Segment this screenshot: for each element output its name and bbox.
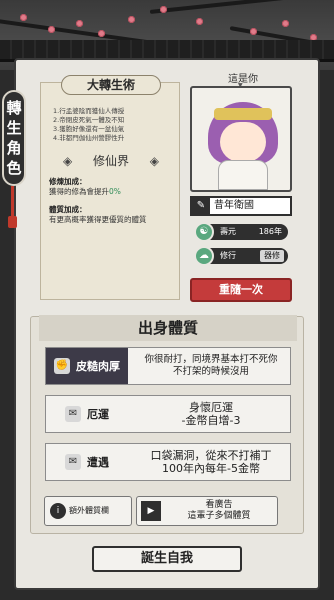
physique-bonus-text: 有更高概率獲得更優質的體質 [49, 215, 147, 224]
branch [149, 0, 300, 14]
ad-label-line1: 看廣告 [205, 500, 233, 510]
rule-line: 4.非都門伽仙州營膠性升 [53, 134, 125, 142]
rule-line: 3.獲胞好像還有一盆仙氣 [53, 125, 125, 133]
trait-row[interactable]: ✉ 厄運 身懷厄運 -金幣自增-3 [45, 395, 291, 433]
character-portrait [190, 86, 292, 192]
blossom [76, 20, 83, 27]
info-icon: i [50, 503, 66, 519]
crown [214, 108, 272, 120]
trait-description: 口袋漏洞，從來不打補丁 100年內每年-5金幣 [150, 449, 272, 475]
blossom [160, 6, 167, 13]
side-tab-char: 角 [6, 139, 22, 157]
cultivation-bonus: 修煉加成： 獲得的修為會提升0% [49, 177, 175, 197]
robe [218, 160, 268, 190]
trait-tag: ✉ 厄運 [46, 396, 128, 432]
reincarnation-scroll: 大轉生術 1.行孟婆陰而獲仙人傳授 2.帝閉皮死氣一體及不知 3.獲胞好像還有一… [40, 75, 180, 300]
rule-line: 1.行孟婆陰而獲仙人傳授 [53, 107, 125, 115]
lifespan-value: 186年 [258, 227, 282, 236]
side-tab-char: 色 [6, 159, 22, 177]
cultivation-icon: ☁ [194, 246, 214, 266]
character-name-field[interactable]: ✎ 昔年衛國 [190, 196, 292, 216]
scroll-icon: ✉ [65, 454, 81, 470]
trait-tag-label: 厄運 [87, 408, 109, 421]
cultivation-bonus-text: 獲得的修為會提升 [49, 187, 109, 196]
trait-description: 身懷厄運 -金幣自增-3 [181, 401, 241, 427]
this-is-you-label: 這是你 [228, 70, 258, 89]
play-icon: ▶ [141, 501, 161, 521]
scroll-rules: 1.行孟婆陰而獲仙人傳授 2.帝閉皮死氣一體及不知 3.獲胞好像還有一盆仙氣 4… [53, 107, 173, 143]
blossom [128, 16, 135, 23]
origin-title: 出身體質 [39, 315, 297, 341]
cultivation-bonus-pct: 0% [109, 187, 121, 196]
physique-bonus-title: 體質加成： [49, 205, 87, 214]
rule-line: 2.帝閉皮死氣一體及不知 [53, 116, 125, 124]
blossom [98, 30, 105, 37]
ad-label-line2: 這輩子多個體質 [187, 511, 251, 521]
side-tab-char: 生 [6, 119, 22, 137]
lifespan-stat: ☯ 壽元 186年 [194, 222, 288, 242]
trait-row[interactable]: ✉ 遭遇 口袋漏洞，從來不打補丁 100年內每年-5金幣 [45, 443, 291, 481]
edit-icon[interactable]: ✎ [192, 198, 210, 214]
cultivation-value: 器修 [260, 250, 284, 262]
blossom [196, 18, 203, 25]
trait-tag: ✉ 遭遇 [46, 444, 128, 480]
trait-tag: ✊ 皮糙肉厚 [46, 348, 128, 384]
fist-icon: ✊ [54, 358, 70, 374]
trait-row[interactable]: ✊ 皮糙肉厚 你很耐打，同境界基本打不死你 不打架的時候沒用 [45, 347, 291, 385]
lifespan-icon: ☯ [194, 222, 214, 242]
face [220, 122, 266, 162]
trait-tag-label: 遭遇 [87, 456, 109, 469]
extra-slot-label: 額外體質欄 [69, 506, 109, 515]
blossom [282, 20, 289, 27]
blossom [48, 26, 55, 33]
realm-label: 修仙界 [63, 151, 159, 171]
watch-ad-button[interactable]: ▶ 看廣告 這輩子多個體質 [136, 496, 278, 526]
blossom [250, 28, 257, 35]
cultivation-label: 修行 [220, 251, 236, 260]
physique-bonus: 體質加成： 有更高概率獲得更優質的體質 [49, 205, 175, 225]
scroll-title: 大轉生術 [61, 75, 161, 95]
side-tab-char: 轉 [6, 99, 22, 117]
lifespan-label: 壽元 [220, 227, 236, 236]
tassel-decoration [8, 186, 17, 228]
trait-tag-label: 皮糙肉厚 [76, 360, 120, 373]
extra-physique-slot-button[interactable]: i 額外體質欄 [44, 496, 132, 526]
trait-description: 你很耐打，同境界基本打不死你 不打架的時候沒用 [144, 354, 278, 377]
blossom [20, 14, 27, 21]
extra-actions: i 額外體質欄 ▶ 看廣告 這輩子多個體質 [44, 496, 278, 528]
tab-reincarnation-character[interactable]: 轉 生 角 色 [2, 90, 26, 186]
cultivation-bonus-title: 修煉加成： [49, 177, 87, 186]
cultivation-stat: ☁ 修行 器修 [194, 246, 288, 266]
scroll-icon: ✉ [65, 406, 81, 422]
reroll-button[interactable]: 重隨一次 [190, 278, 292, 302]
character-name: 昔年衛國 [214, 200, 254, 211]
be-born-button[interactable]: 誕生自我 [92, 546, 242, 572]
